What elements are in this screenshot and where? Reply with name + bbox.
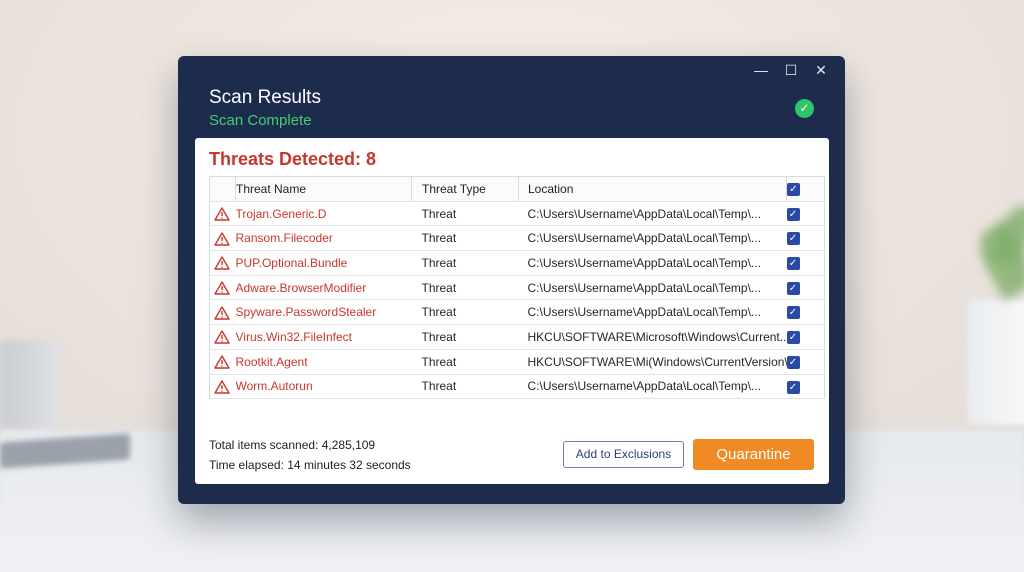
row-checkbox[interactable]: ✓ [786, 331, 800, 345]
warning-icon [214, 281, 230, 295]
table-row[interactable]: Virus.Win32.FileInfect Threat HKCU\SOFTW… [209, 324, 825, 350]
threat-name: Spyware.PasswordStealer [235, 299, 412, 326]
add-to-exclusions-button[interactable]: Add to Exclusions [563, 441, 684, 468]
row-checkbox-cell: ✓ [786, 299, 825, 326]
threat-type: Threat [411, 299, 519, 326]
window-controls: — ☐ ✕ [753, 62, 829, 78]
warning-icon [214, 256, 230, 271]
table-row[interactable]: Rootkit.Agent Threat HKCU\SOFTWARE\Mi(Wi… [209, 349, 825, 375]
row-checkbox-cell: ✓ [786, 250, 825, 276]
threat-name: Rootkit.Agent [235, 349, 412, 375]
threat-location: C:\Users\Username\AppData\Local\Temp\... [518, 275, 787, 301]
threat-location: C:\Users\Username\AppData\Local\Temp\... [518, 299, 787, 326]
row-checkbox[interactable]: ✓ [786, 355, 800, 369]
maximize-icon[interactable]: ☐ [783, 62, 799, 78]
row-checkbox[interactable]: ✓ [786, 281, 800, 295]
scan-status-text: Scan Complete [209, 112, 312, 129]
warning-icon [214, 305, 230, 320]
warning-icon [214, 330, 230, 345]
time-elapsed: Time elapsed: 14 minutes 32 seconds [209, 458, 411, 472]
threat-type: Threat [411, 275, 519, 301]
results-panel: Threats Detected: 8 Threat Name Threat T… [195, 138, 829, 484]
threat-location: HKCU\SOFTWARE\Microsoft\Windows\Current.… [518, 324, 787, 350]
threat-type: Threat [411, 374, 519, 400]
warning-icon [214, 231, 230, 246]
header-icon-cell [209, 176, 236, 202]
close-icon[interactable]: ✕ [813, 62, 829, 78]
threats-table: Threat Name Threat Type Location ✓ Troja… [209, 176, 825, 400]
threat-name: Worm.Autorun [235, 374, 412, 400]
select-all-cell: ✓ [786, 176, 825, 202]
warning-icon-cell [209, 299, 236, 326]
table-row[interactable]: Ransom.Filecoder Threat C:\Users\Usernam… [209, 225, 825, 252]
background-lamp [0, 340, 60, 430]
row-checkbox-cell: ✓ [786, 374, 825, 400]
threat-name: Virus.Win32.FileInfect [235, 324, 412, 350]
warning-icon-cell [209, 324, 236, 350]
header-threat-name[interactable]: Threat Name [235, 176, 412, 202]
warning-icon [214, 355, 230, 369]
row-checkbox[interactable]: ✓ [786, 232, 800, 246]
threat-location: C:\Users\Username\AppData\Local\Temp\... [518, 374, 787, 400]
warning-icon-cell [209, 201, 236, 227]
quarantine-button[interactable]: Quarantine [693, 439, 814, 470]
background-plant-pot [968, 300, 1024, 425]
select-all-checkbox[interactable]: ✓ [787, 183, 800, 196]
warning-icon [214, 207, 230, 221]
row-checkbox[interactable]: ✓ [786, 306, 800, 320]
row-checkbox-cell: ✓ [786, 201, 825, 227]
window-title: Scan Results [209, 87, 321, 108]
row-checkbox-cell: ✓ [786, 275, 825, 301]
warning-icon-cell [209, 250, 236, 276]
threat-location: C:\Users\Username\AppData\Local\Temp\... [518, 250, 787, 276]
row-checkbox[interactable]: ✓ [786, 380, 800, 394]
threat-type: Threat [411, 201, 519, 227]
threat-type: Threat [411, 250, 519, 276]
threat-location: C:\Users\Username\AppData\Local\Temp\... [518, 201, 787, 227]
table-row[interactable]: PUP.Optional.Bundle Threat C:\Users\User… [209, 250, 825, 276]
table-row[interactable]: Spyware.PasswordStealer Threat C:\Users\… [209, 299, 825, 326]
header-threat-type[interactable]: Threat Type [411, 176, 519, 202]
table-header-row: Threat Name Threat Type Location ✓ [209, 176, 825, 202]
threat-name: Ransom.Filecoder [235, 225, 412, 252]
warning-icon-cell [209, 275, 236, 301]
threat-type: Threat [411, 225, 519, 252]
threat-name: Adware.BrowserModifier [235, 275, 412, 301]
scan-results-window: — ☐ ✕ Scan Results Scan Complete ✓ Threa… [178, 56, 845, 504]
table-row[interactable]: Trojan.Generic.D Threat C:\Users\Usernam… [209, 201, 825, 227]
row-checkbox[interactable]: ✓ [786, 257, 800, 271]
header-location[interactable]: Location [518, 176, 787, 202]
threat-name: Trojan.Generic.D [235, 201, 412, 227]
warning-icon-cell [209, 349, 236, 375]
threat-type: Threat [411, 349, 519, 375]
table-row[interactable]: Adware.BrowserModifier Threat C:\Users\U… [209, 275, 825, 301]
row-checkbox-cell: ✓ [786, 349, 825, 375]
row-checkbox-cell: ✓ [786, 225, 825, 252]
warning-icon-cell [209, 225, 236, 252]
threat-location: C:\Users\Username\AppData\Local\Temp\... [518, 225, 787, 252]
threat-type: Threat [411, 324, 519, 350]
warning-icon-cell [209, 374, 236, 400]
threat-name: PUP.Optional.Bundle [235, 250, 412, 276]
threat-location: HKCU\SOFTWARE\Mi(Windows\CurrentVersion\… [518, 349, 787, 375]
row-checkbox-cell: ✓ [786, 324, 825, 350]
minimize-icon[interactable]: — [753, 62, 769, 78]
table-row[interactable]: Worm.Autorun Threat C:\Users\Username\Ap… [209, 374, 825, 400]
warning-icon [214, 380, 230, 394]
row-checkbox[interactable]: ✓ [786, 207, 800, 221]
check-circle-icon: ✓ [795, 99, 814, 118]
total-items-scanned: Total items scanned: 4,285,109 [209, 438, 376, 452]
threats-detected-heading: Threats Detected: 8 [209, 149, 377, 169]
